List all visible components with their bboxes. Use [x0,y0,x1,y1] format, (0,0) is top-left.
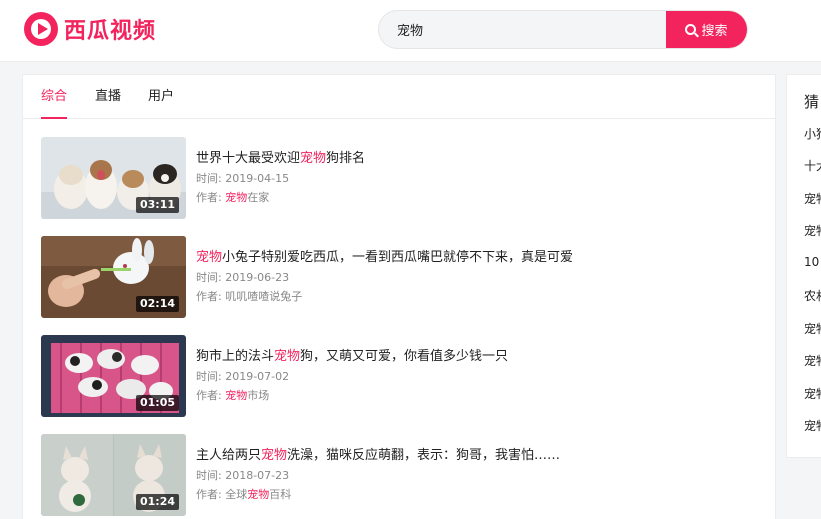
author-keyword-highlight: 宠物 [225,191,248,204]
video-title[interactable]: 宠物小兔子特别爱吃西瓜，一看到西瓜嘴巴就停不下来，真是可爱 [196,248,756,268]
video-thumbnail[interactable]: 01:05 [41,335,186,417]
author-keyword-highlight: 宠物 [247,488,270,501]
related-search-item[interactable]: 小狗 [804,125,821,142]
author-label: 作者: 全球 [196,488,248,501]
related-search-item[interactable]: 宠物 [804,190,821,207]
title-keyword-highlight: 宠物 [300,151,327,166]
author-name: 叽叽喳喳说兔子 [225,290,303,303]
video-info: 主人给两只宠物洗澡，猫咪反应萌翻，表示：狗哥，我害怕…… 时间: 2018-07… [196,446,756,504]
time-value: 2019-07-02 [225,370,290,383]
related-search-item[interactable]: 宠物 [804,320,821,337]
video-author[interactable]: 作者: 宠物市场 [196,386,756,405]
video-info: 世界十大最受欢迎宠物狗排名 时间: 2019-04-15 作者: 宠物在家 [196,149,756,207]
site-logo[interactable]: 西瓜视频 [24,12,156,46]
title-text: 主人给两只 [196,448,262,463]
search-button-label: 搜索 [701,24,728,39]
video-info: 狗市上的法斗宠物狗，又萌又可爱，你看值多少钱一只 时间: 2019-07-02 … [196,347,756,405]
video-thumbnail[interactable]: 03:11 [41,137,186,219]
video-duration: 01:24 [135,494,179,510]
video-duration: 03:11 [135,197,179,213]
related-search-item[interactable]: 农村 [804,287,821,304]
related-search-item[interactable]: 10 [804,255,819,269]
xigua-logo-icon [24,12,58,46]
video-title[interactable]: 世界十大最受欢迎宠物狗排名 [196,149,756,169]
video-result-item[interactable]: 02:14 宠物小兔子特别爱吃西瓜，一看到西瓜嘴巴就停不下来，真是可爱 时间: … [41,236,761,318]
video-time: 时间: 2019-06-23 [196,268,756,287]
time-label: 时间: [196,370,226,383]
video-thumbnail[interactable]: 01:24 [41,434,186,516]
title-text: 洗澡，猫咪反应萌翻，表示：狗哥，我害怕…… [287,448,561,463]
author-name: 在家 [247,191,270,204]
author-name: 市场 [247,389,270,402]
related-search-item[interactable]: 宠物 [804,385,821,402]
title-keyword-highlight: 宠物 [261,448,288,463]
related-search-item[interactable]: 宠物 [804,352,821,369]
tab-all[interactable]: 综合 [41,75,68,119]
result-tabs: 综合 直播 用户 [23,75,775,119]
video-info: 宠物小兔子特别爱吃西瓜，一看到西瓜嘴巴就停不下来，真是可爱 时间: 2019-0… [196,248,756,306]
video-author[interactable]: 作者: 叽叽喳喳说兔子 [196,287,756,306]
time-label: 时间: [196,172,226,185]
video-title[interactable]: 主人给两只宠物洗澡，猫咪反应萌翻，表示：狗哥，我害怕…… [196,446,756,466]
title-text: 狗排名 [326,151,366,166]
author-name: 百科 [269,488,292,501]
video-author[interactable]: 作者: 全球宠物百科 [196,485,756,504]
search-button[interactable]: 搜索 [666,11,747,48]
search-bar: 搜索 [378,10,748,49]
title-text: 小兔子特别爱吃西瓜，一看到西瓜嘴巴就停不下来，真是可爱 [222,250,574,265]
title-keyword-highlight: 宠物 [196,250,223,265]
video-result-item[interactable]: 01:24 主人给两只宠物洗澡，猫咪反应萌翻，表示：狗哥，我害怕…… 时间: 2… [41,434,761,516]
time-value: 2019-04-15 [225,172,290,185]
search-icon [685,24,697,35]
video-result-item[interactable]: 03:11 世界十大最受欢迎宠物狗排名 时间: 2019-04-15 作者: 宠… [41,137,761,219]
time-label: 时间: [196,271,226,284]
tab-users[interactable]: 用户 [148,75,174,119]
video-author[interactable]: 作者: 宠物在家 [196,188,756,207]
video-duration: 02:14 [135,296,179,312]
top-header: 西瓜视频 搜索 [0,0,821,62]
time-label: 时间: [196,469,226,482]
author-label: 作者: [196,389,226,402]
related-searches-panel: 猜 小狗 十大 宠物 宠物 10 农村 宠物 宠物 宠物 宠物 [786,74,821,458]
video-time: 时间: 2019-04-15 [196,169,756,188]
video-duration: 01:05 [135,395,179,411]
time-value: 2019-06-23 [225,271,290,284]
logo-text: 西瓜视频 [64,19,157,44]
video-thumbnail[interactable]: 02:14 [41,236,186,318]
search-results-panel: 综合 直播 用户 03:11 世界十大最受欢迎宠物狗排名 时间: 2019-04… [22,74,776,519]
author-keyword-highlight: 宠物 [225,389,248,402]
video-time: 时间: 2019-07-02 [196,367,756,386]
title-text: 狗市上的法斗 [196,349,275,364]
video-time: 时间: 2018-07-23 [196,466,756,485]
related-search-item[interactable]: 十大 [804,157,821,174]
video-result-item[interactable]: 01:05 狗市上的法斗宠物狗，又萌又可爱，你看值多少钱一只 时间: 2019-… [41,335,761,417]
title-text: 世界十大最受欢迎 [196,151,301,166]
related-search-item[interactable]: 宠物 [804,417,821,434]
related-searches-title: 猜 [804,93,820,111]
author-label: 作者: [196,290,226,303]
title-text: 狗，又萌又可爱，你看值多少钱一只 [300,349,509,364]
title-keyword-highlight: 宠物 [274,349,301,364]
author-label: 作者: [196,191,226,204]
video-title[interactable]: 狗市上的法斗宠物狗，又萌又可爱，你看值多少钱一只 [196,347,756,367]
time-value: 2018-07-23 [225,469,290,482]
related-search-item[interactable]: 宠物 [804,222,821,239]
tab-live[interactable]: 直播 [95,75,121,119]
search-input[interactable] [379,11,667,48]
